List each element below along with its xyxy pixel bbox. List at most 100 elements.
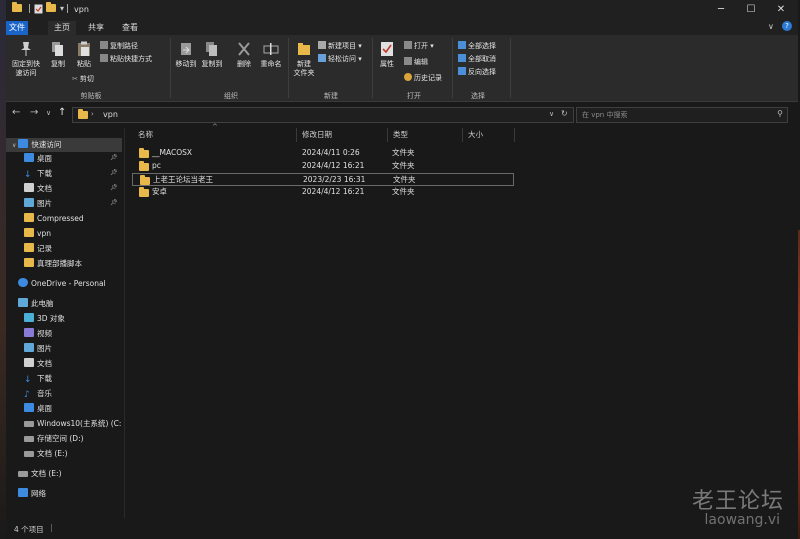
nav-item-drive-d[interactable]: 存储空间 (D:) bbox=[24, 432, 84, 446]
nav-item-downloads[interactable]: ↓ 下载 bbox=[24, 167, 52, 181]
star-icon bbox=[18, 139, 29, 148]
select-group-label: 选择 bbox=[471, 92, 485, 100]
edit-button[interactable]: 编辑 bbox=[404, 57, 428, 67]
easy-access-label: 轻松访问 ▾ bbox=[328, 55, 362, 63]
nav-item-vpn[interactable]: vpn bbox=[24, 227, 51, 241]
select-all-button[interactable]: 全部选择 bbox=[458, 41, 496, 51]
delete-button[interactable]: 删除 bbox=[234, 41, 254, 69]
paste-button[interactable]: 粘贴 bbox=[72, 41, 96, 69]
delete-label: 删除 bbox=[237, 60, 251, 68]
nav-item-pictures[interactable]: 图片 bbox=[24, 197, 52, 211]
select-none-button[interactable]: 全部取消 bbox=[458, 54, 496, 64]
nav-item-scripts[interactable]: 真理部播脚本 bbox=[24, 257, 82, 271]
nav-item-records[interactable]: 记录 bbox=[24, 242, 52, 256]
column-header-size[interactable]: 大小 bbox=[468, 128, 483, 142]
nav-item-label: 记录 bbox=[37, 244, 52, 253]
open-button[interactable]: 打开 ▾ bbox=[404, 41, 434, 51]
tab-home[interactable]: 主页 bbox=[48, 21, 76, 35]
clipboard-group-label: 剪贴板 bbox=[80, 92, 102, 100]
nav-item-drive-e[interactable]: 文档 (E:) bbox=[24, 447, 68, 461]
copy-path-button[interactable]: 复制路径 bbox=[100, 41, 138, 51]
column-divider[interactable] bbox=[514, 128, 515, 142]
minimize-button[interactable]: ─ bbox=[706, 0, 736, 20]
ribbon-divider bbox=[510, 38, 511, 98]
nav-item-label: 视频 bbox=[37, 329, 52, 338]
pin-label-1: 固定到快 bbox=[12, 60, 40, 68]
address-bar[interactable]: › vpn ∨ ↻ bbox=[72, 107, 574, 123]
tab-file[interactable]: 文件 bbox=[6, 21, 28, 35]
tab-view[interactable]: 查看 bbox=[116, 21, 144, 35]
nav-item-videos[interactable]: 视频 bbox=[24, 327, 52, 341]
column-header-name[interactable]: 名称 bbox=[138, 128, 153, 142]
nav-item-documents[interactable]: 文档 bbox=[24, 182, 52, 196]
folder-icon bbox=[24, 228, 34, 237]
drive-icon bbox=[24, 451, 34, 457]
tab-share[interactable]: 共享 bbox=[82, 21, 110, 35]
nav-item-downloads-pc[interactable]: ↓ 下载 bbox=[24, 372, 52, 386]
cut-button[interactable]: ✂ 剪切 bbox=[72, 75, 94, 84]
nav-item-3d-objects[interactable]: 3D 对象 bbox=[24, 312, 65, 326]
file-row[interactable]: 安卓 2024/4/12 16:21 文件夹 bbox=[132, 186, 512, 198]
properties-label: 属性 bbox=[380, 60, 394, 68]
easy-access-button[interactable]: 轻松访问 ▾ bbox=[318, 54, 362, 64]
move-to-button[interactable]: 移动到 bbox=[174, 41, 198, 69]
column-divider[interactable] bbox=[296, 128, 297, 142]
file-row[interactable]: pc 2024/4/12 16:21 文件夹 bbox=[132, 160, 512, 172]
explorer-window: | ▾ | vpn ─ ☐ ✕ 文件 主页 共享 查看 ∨ ? 固定到快 速访问… bbox=[6, 0, 798, 539]
copy-path-label: 复制路径 bbox=[110, 42, 138, 50]
file-row[interactable]: 上老王论坛当老王 2023/2/23 16:31 文件夹 bbox=[132, 173, 514, 186]
help-icon[interactable]: ? bbox=[782, 21, 792, 31]
nav-item-compressed[interactable]: Compressed bbox=[24, 212, 84, 226]
column-header-date[interactable]: 修改日期 bbox=[302, 128, 332, 142]
nav-item-quick-access[interactable]: ∨ 快速访问 bbox=[6, 138, 122, 152]
nav-item-this-pc[interactable]: 此电脑 bbox=[18, 297, 54, 311]
watermark-title: 老王论坛 bbox=[691, 489, 784, 514]
cut-label: 剪切 bbox=[79, 75, 94, 83]
copy-to-button[interactable]: 复制到 bbox=[200, 41, 224, 69]
column-header-type[interactable]: 类型 bbox=[393, 128, 408, 142]
collapse-ribbon-icon[interactable]: ∨ bbox=[768, 22, 774, 31]
address-dropdown-icon[interactable]: ∨ bbox=[549, 110, 554, 118]
pin-icon: 📌︎ bbox=[110, 184, 118, 191]
nav-item-desktop[interactable]: 桌面 bbox=[24, 152, 52, 166]
recent-locations-icon[interactable]: ∨ bbox=[46, 109, 51, 117]
copy-button[interactable]: 复制 bbox=[46, 41, 70, 69]
properties-quick-icon[interactable] bbox=[34, 4, 45, 15]
window-title: vpn bbox=[74, 5, 89, 14]
forward-arrow-icon[interactable]: → bbox=[30, 107, 38, 118]
nav-item-label: 存储空间 (D:) bbox=[37, 434, 84, 443]
search-input[interactable]: 在 vpn 中搜索 ⚲ bbox=[576, 107, 788, 123]
column-divider[interactable] bbox=[387, 128, 388, 142]
pin-icon: 📌︎ bbox=[110, 154, 118, 161]
title-bar: | ▾ | vpn ─ ☐ ✕ bbox=[6, 0, 798, 20]
properties-button[interactable]: 属性 bbox=[376, 41, 398, 69]
desktop-icon bbox=[24, 403, 34, 412]
expand-chevron-icon[interactable]: ∨ bbox=[12, 142, 16, 149]
nav-item-desktop-pc[interactable]: 桌面 bbox=[24, 402, 52, 416]
close-button[interactable]: ✕ bbox=[766, 0, 796, 20]
history-button[interactable]: 历史记录 bbox=[404, 73, 442, 83]
pin-quick-access-button[interactable]: 固定到快 速访问 bbox=[8, 41, 44, 78]
select-none-label: 全部取消 bbox=[468, 55, 496, 63]
invert-selection-button[interactable]: 反向选择 bbox=[458, 67, 496, 77]
nav-item-pictures-pc[interactable]: 图片 bbox=[24, 342, 52, 356]
nav-item-music[interactable]: ♪ 音乐 bbox=[24, 387, 52, 401]
paste-shortcut-button[interactable]: 粘贴快捷方式 bbox=[100, 54, 152, 64]
nav-item-network[interactable]: 网络 bbox=[18, 487, 46, 501]
rename-button[interactable]: 重命名 bbox=[258, 41, 284, 69]
refresh-icon[interactable]: ↻ bbox=[561, 109, 568, 118]
nav-item-drive-c[interactable]: Windows10(主系统) (C: bbox=[24, 417, 121, 431]
picture-icon bbox=[24, 198, 34, 207]
column-divider[interactable] bbox=[462, 128, 463, 142]
new-folder-button[interactable]: 新建 文件夹 bbox=[292, 41, 316, 78]
copy-icon bbox=[52, 42, 63, 56]
maximize-button[interactable]: ☐ bbox=[736, 0, 766, 20]
nav-item-documents-pc[interactable]: 文档 bbox=[24, 357, 52, 371]
nav-item-drive-e-root[interactable]: 文档 (E:) bbox=[18, 467, 62, 481]
new-item-button[interactable]: 新建项目 ▾ bbox=[318, 41, 362, 51]
nav-item-onedrive[interactable]: OneDrive - Personal bbox=[18, 277, 106, 291]
new-folder-quick-icon[interactable] bbox=[46, 2, 57, 15]
file-row[interactable]: __MACOSX 2024/4/11 0:26 文件夹 bbox=[132, 147, 512, 159]
up-arrow-icon[interactable]: ↑ bbox=[58, 107, 66, 118]
back-arrow-icon[interactable]: ← bbox=[12, 107, 20, 118]
